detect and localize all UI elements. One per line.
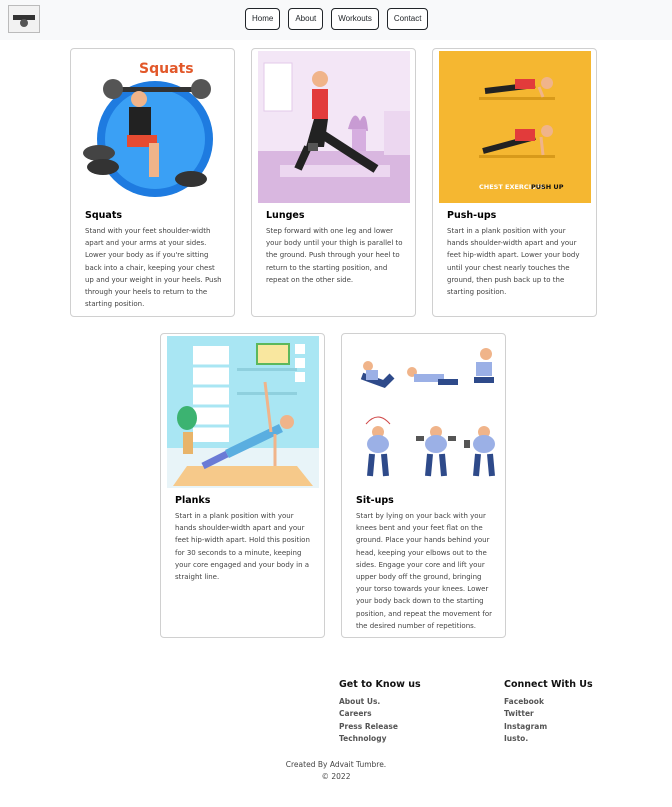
card-text-pushups: Start in a plank position with your hand… [447, 227, 580, 297]
footer-link-instagram[interactable]: Instagram [504, 721, 593, 733]
card-title-lunges: Lunges [266, 210, 305, 221]
nav-contact-button[interactable]: Contact [386, 8, 429, 30]
workout-card-situps: Sit-ups Start by lying on your back with… [341, 333, 506, 638]
footer-link-facebook[interactable]: Facebook [504, 696, 593, 708]
footer-credit: Created By Advait Tumbre. © 2022 [0, 759, 672, 783]
card-title-pushups: Push-ups [447, 210, 497, 221]
planks-image [167, 336, 319, 488]
card-text-situps: Start by lying on your back with your kn… [356, 512, 493, 630]
site-logo[interactable] [8, 5, 40, 33]
pushups-image: CHEST EXERCISES PUSH UP [439, 51, 591, 203]
footer-link-press-release[interactable]: Press Release [339, 721, 421, 733]
footer-link-twitter[interactable]: Twitter [504, 708, 593, 720]
footer-link-iusto[interactable]: Iusto. [504, 733, 593, 745]
card-title-situps: Sit-ups [356, 495, 394, 506]
squats-image-caption: Squats [139, 61, 194, 77]
nav-links: Home About Workouts Contact [245, 8, 436, 30]
situps-image [348, 336, 500, 488]
footer-link-technology[interactable]: Technology [339, 733, 421, 745]
lunges-image [258, 51, 410, 203]
card-text-planks: Start in a plank position with your hand… [175, 512, 310, 582]
footer-heading-get-to-know: Get to Know us [339, 679, 421, 690]
footer-get-to-know: Get to Know us About Us. Careers Press R… [339, 679, 421, 745]
footer-credit-author: Created By Advait Tumbre. [285, 760, 387, 769]
workout-card-pushups: CHEST EXERCISES PUSH UP Push-ups Start i… [432, 48, 597, 317]
footer-link-about-us[interactable]: About Us. [339, 696, 421, 708]
card-text-lunges: Step forward with one leg and lower your… [266, 227, 403, 284]
footer-link-careers[interactable]: Careers [339, 708, 421, 720]
workout-card-squats: Squats Squats Stand with your feet shoul… [70, 48, 235, 317]
footer-copyright: © 2022 [321, 772, 351, 781]
squats-image: Squats [77, 51, 229, 203]
card-text-squats: Stand with your feet shoulder-width apar… [85, 227, 222, 309]
workout-card-planks: Planks Start in a plank position with yo… [160, 333, 325, 638]
nav-about-button[interactable]: About [288, 8, 324, 30]
navbar: Home About Workouts Contact [0, 0, 672, 40]
nav-home-button[interactable]: Home [245, 8, 281, 30]
footer-heading-connect: Connect With Us [504, 679, 593, 690]
pushups-caption-b: PUSH UP [531, 183, 564, 191]
card-title-planks: Planks [175, 495, 211, 506]
workout-card-lunges: Lunges Step forward with one leg and low… [251, 48, 416, 317]
logo-icon [13, 15, 35, 27]
card-title-squats: Squats [85, 210, 123, 221]
nav-workouts-button[interactable]: Workouts [331, 8, 379, 30]
footer-connect: Connect With Us Facebook Twitter Instagr… [504, 679, 593, 745]
